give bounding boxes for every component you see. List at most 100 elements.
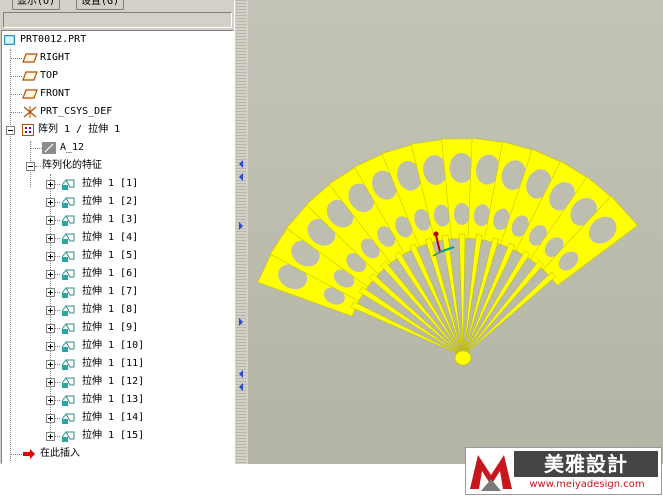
- tree-item-label: FRONT: [40, 88, 71, 99]
- tree-item-label: 拉伸 1 [10]: [82, 340, 145, 351]
- tree-item-label: 拉伸 1 [13]: [82, 394, 145, 405]
- tree-item-label: 拉伸 1 [9]: [82, 322, 139, 333]
- tree-item-pattern[interactable]: 阵列 1 / 拉伸 1: [2, 121, 232, 139]
- tree-item-member[interactable]: 拉伸 1 [13]: [2, 391, 232, 409]
- expand-toggle[interactable]: [46, 306, 55, 315]
- expand-toggle[interactable]: [46, 324, 55, 333]
- tree-item-label: RIGHT: [40, 52, 71, 63]
- tree-item-label: 拉伸 1 [12]: [82, 376, 145, 387]
- tree-item-csys[interactable]: PRT_CSYS_DEF: [2, 103, 232, 121]
- expand-toggle[interactable]: [46, 414, 55, 423]
- watermark-url: www.meiyadesign.com: [529, 479, 645, 490]
- datum-plane-icon: [22, 71, 38, 81]
- fan-rib: [368, 273, 459, 353]
- expand-toggle[interactable]: [46, 234, 55, 243]
- triad-tip: [433, 231, 439, 237]
- menu-bar: 显示(O) 设置(G): [0, 0, 234, 10]
- tree-item-insert-here[interactable]: 在此插入: [2, 445, 232, 463]
- tree-item-patterned-features[interactable]: 阵列化的特征: [2, 157, 232, 175]
- tree-item-member[interactable]: 拉伸 1 [2]: [2, 193, 232, 211]
- graphics-window[interactable]: [248, 0, 663, 464]
- expand-toggle[interactable]: [46, 270, 55, 279]
- extrude-icon: [61, 215, 75, 226]
- extrude-icon: [61, 233, 75, 244]
- tree-item-member[interactable]: 拉伸 1 [8]: [2, 301, 232, 319]
- extrude-icon: [61, 251, 75, 262]
- tree-item-label: 阵列 1 / 拉伸 1: [38, 124, 121, 135]
- fan-hole: [449, 153, 474, 184]
- tree-item-member[interactable]: 拉伸 1 [11]: [2, 355, 232, 373]
- tree-connector: [10, 112, 22, 113]
- tree-item-label: 拉伸 1 [11]: [82, 358, 145, 369]
- tree-item-datum-front[interactable]: FRONT: [2, 85, 232, 103]
- tree-connector: [10, 94, 22, 95]
- tree-item-label: 拉伸 1 [7]: [82, 286, 139, 297]
- tree-item-member[interactable]: 拉伸 1 [9]: [2, 319, 232, 337]
- extrude-icon: [61, 395, 75, 406]
- tree-item-member[interactable]: 拉伸 1 [7]: [2, 283, 232, 301]
- tree-item-datum-top[interactable]: TOP: [2, 67, 232, 85]
- tree-item-member[interactable]: 拉伸 1 [15]: [2, 427, 232, 445]
- tree-item-label: 拉伸 1 [6]: [82, 268, 139, 279]
- extrude-icon: [61, 305, 75, 316]
- tree-item-datum-right[interactable]: RIGHT: [2, 49, 232, 67]
- expand-right-icon[interactable]: [239, 222, 243, 230]
- extrude-icon: [61, 287, 75, 298]
- coordinate-system-icon: [23, 106, 37, 118]
- expand-right-icon[interactable]: [239, 318, 243, 326]
- tree-connector: [30, 148, 42, 149]
- tree-item-label: 拉伸 1 [4]: [82, 232, 139, 243]
- expand-toggle[interactable]: [46, 396, 55, 405]
- tree-item-member[interactable]: 拉伸 1 [4]: [2, 229, 232, 247]
- tree-connector: [10, 454, 22, 455]
- tree-item-member[interactable]: 拉伸 1 [14]: [2, 409, 232, 427]
- model-tree-panel: 显示(O) 设置(G) PRT0012.PRT RIGHT TOP FRONT: [0, 0, 234, 464]
- collapse-toggle[interactable]: [26, 162, 35, 171]
- collapse-toggle[interactable]: [6, 126, 15, 135]
- tree-item-member[interactable]: 拉伸 1 [12]: [2, 373, 232, 391]
- tree-connector: [10, 58, 22, 59]
- fan-rib: [358, 286, 459, 354]
- expand-toggle[interactable]: [46, 216, 55, 225]
- tree-item-member[interactable]: 拉伸 1 [3]: [2, 211, 232, 229]
- tree-item-label: 拉伸 1 [8]: [82, 304, 139, 315]
- collapse-left-icon[interactable]: [239, 160, 243, 168]
- extrude-icon: [61, 431, 75, 442]
- expand-toggle[interactable]: [46, 288, 55, 297]
- extrude-icon: [61, 179, 75, 190]
- expand-toggle[interactable]: [46, 252, 55, 261]
- tree-item-label: PRT0012.PRT: [20, 34, 87, 45]
- extrude-icon: [61, 359, 75, 370]
- tree-item-label: 阵列化的特征: [42, 160, 102, 171]
- tree-item-label: 拉伸 1 [14]: [82, 412, 145, 423]
- tree-filter-field[interactable]: [3, 12, 232, 28]
- tree-connector: [35, 166, 41, 167]
- settings-menu[interactable]: 设置(G): [76, 0, 125, 10]
- tree-item-member[interactable]: 拉伸 1 [1]: [2, 175, 232, 193]
- tree-item-member[interactable]: 拉伸 1 [5]: [2, 247, 232, 265]
- expand-toggle[interactable]: [46, 360, 55, 369]
- tree-connector: [10, 76, 22, 77]
- collapse-left-icon[interactable]: [239, 383, 243, 391]
- expand-toggle[interactable]: [46, 432, 55, 441]
- collapse-left-icon[interactable]: [239, 173, 243, 181]
- watermark-m-icon: [470, 455, 512, 491]
- tree-item-member[interactable]: 拉伸 1 [10]: [2, 337, 232, 355]
- fan-model[interactable]: [248, 0, 663, 464]
- tree-item-label: 拉伸 1 [2]: [82, 196, 139, 207]
- insert-arrow-icon: [23, 449, 35, 459]
- expand-toggle[interactable]: [46, 342, 55, 351]
- expand-toggle[interactable]: [46, 378, 55, 387]
- tree-item-member[interactable]: 拉伸 1 [6]: [2, 265, 232, 283]
- extrude-icon: [61, 341, 75, 352]
- tree-item-dimension[interactable]: A_12: [2, 139, 232, 157]
- dimension-icon: [42, 142, 56, 154]
- expand-toggle[interactable]: [46, 198, 55, 207]
- display-menu[interactable]: 显示(O): [12, 0, 61, 10]
- datum-plane-icon: [22, 53, 38, 63]
- collapse-left-icon[interactable]: [239, 370, 243, 378]
- extrude-icon: [61, 413, 75, 424]
- model-tree: PRT0012.PRT RIGHT TOP FRONT PRT_CSYS_DEF…: [1, 30, 234, 464]
- watermark-logo: 美雅設計 www.meiyadesign.com: [465, 447, 662, 495]
- expand-toggle[interactable]: [46, 180, 55, 189]
